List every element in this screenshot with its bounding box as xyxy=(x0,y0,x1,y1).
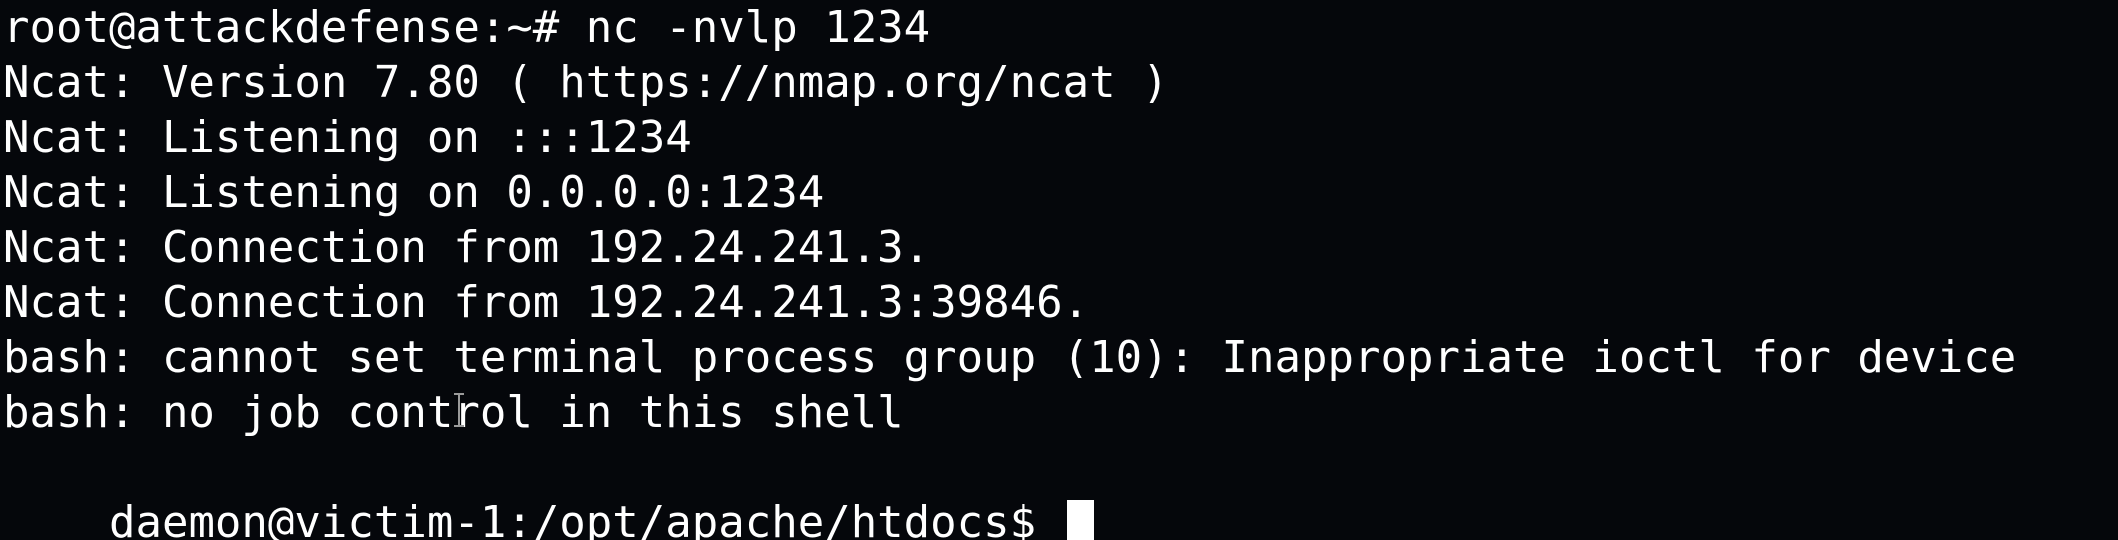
terminal-output-line-4: Ncat: Listening on 0.0.0.0:1234 xyxy=(3,167,825,218)
block-cursor-icon[interactable] xyxy=(1066,500,1094,540)
text-cursor-stem xyxy=(458,395,460,425)
terminal-output-line-3: Ncat: Listening on :::1234 xyxy=(3,112,692,163)
terminal-output-line-1: root@attackdefense:~# nc -nvlp 1234 xyxy=(3,2,931,53)
terminal-prompt-line[interactable]: daemon@victim-1:/opt/apache/htdocs$ xyxy=(3,440,1094,540)
terminal-output-line-6: Ncat: Connection from 192.24.241.3:39846… xyxy=(3,277,1090,328)
terminal-output-line-7: bash: cannot set terminal process group … xyxy=(3,332,2017,383)
terminal-output-line-2: Ncat: Version 7.80 ( https://nmap.org/nc… xyxy=(3,57,1169,108)
terminal-output-line-5: Ncat: Connection from 192.24.241.3. xyxy=(3,222,931,273)
text-cursor-icon xyxy=(453,393,465,427)
terminal-window[interactable]: root@attackdefense:~# nc -nvlp 1234 Ncat… xyxy=(0,0,2118,540)
shell-prompt: daemon@victim-1:/opt/apache/htdocs$ xyxy=(108,497,1063,540)
